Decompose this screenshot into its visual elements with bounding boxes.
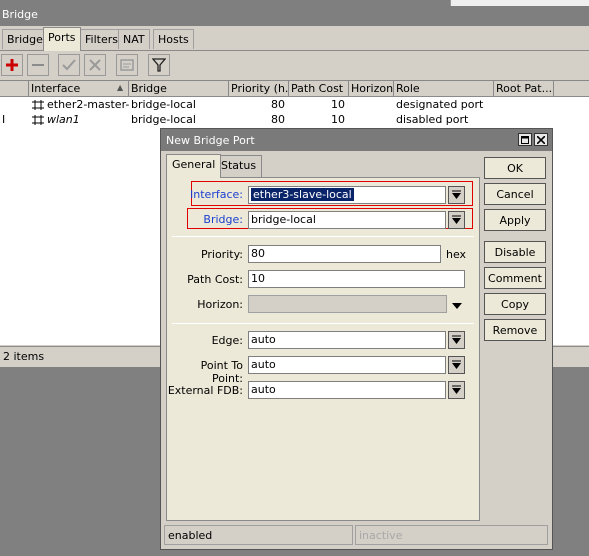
chevron-down-icon (452, 190, 461, 199)
ok-button[interactable]: OK (484, 157, 546, 179)
row-horizon (349, 97, 394, 112)
maximize-icon (521, 135, 529, 144)
background-window-edge (450, 0, 589, 6)
filter-icon (152, 58, 166, 72)
row-flag (0, 97, 29, 112)
column-header-interface[interactable]: Interface ▲ (29, 81, 129, 97)
table-row[interactable]: ether2-master-l... bridge-local 80 10 de… (0, 97, 589, 112)
chevron-down-icon (452, 385, 461, 394)
column-header-root-path[interactable]: Root Pat... (494, 81, 554, 97)
general-panel: Interface: ether3-slave-local Bridge: br… (166, 177, 480, 521)
row-interface: ether2-master-l... (47, 98, 129, 111)
check-icon (62, 59, 76, 71)
interface-icon (31, 115, 45, 128)
column-header-bridge[interactable]: Bridge (129, 81, 229, 97)
edge-select[interactable]: auto (248, 331, 446, 349)
close-icon (89, 59, 101, 71)
comment-icon (120, 59, 134, 71)
remove-button[interactable] (27, 54, 49, 76)
row-horizon (349, 112, 394, 127)
priority-unit: hex (446, 248, 467, 261)
close-button[interactable] (534, 133, 548, 146)
tab-divider (0, 50, 589, 51)
column-header-priority[interactable]: Priority (h... (229, 81, 289, 97)
bridge-label: Bridge: (203, 213, 243, 226)
edge-label: Edge: (211, 334, 243, 347)
point-to-point-label: Point To Point: (200, 359, 243, 385)
row-interface: wlan1 (47, 113, 80, 126)
horizon-expand-button[interactable] (452, 300, 462, 313)
dialog-title: New Bridge Port (161, 129, 552, 151)
row-bridge: bridge-local (131, 113, 196, 126)
table-row[interactable]: I wlan1 bridge-local 80 10 disabled port (0, 112, 589, 127)
close-icon (537, 135, 545, 144)
bridge-select[interactable]: bridge-local (248, 211, 446, 229)
interface-dropdown-button[interactable] (448, 186, 465, 204)
tab-hosts[interactable]: Hosts (153, 29, 194, 49)
interface-select[interactable]: ether3-slave-local (248, 186, 446, 204)
row-path-cost: 10 (331, 113, 345, 126)
chevron-down-icon (452, 360, 461, 369)
horizon-label: Horizon: (197, 298, 243, 311)
tab-nat[interactable]: NAT (118, 29, 150, 49)
external-fdb-label: External FDB: (167, 384, 243, 397)
triangle-down-icon (452, 303, 462, 309)
copy-button[interactable]: Copy (484, 293, 546, 315)
external-fdb-select[interactable]: auto (248, 381, 446, 399)
row-priority: 80 (271, 113, 285, 126)
inactive-status: inactive (355, 525, 548, 545)
tab-bridge[interactable]: Bridge (2, 29, 48, 49)
row-root-path (494, 112, 554, 127)
remove-button[interactable]: Remove (484, 319, 546, 341)
disable-button[interactable]: Disable (484, 241, 546, 263)
enable-button[interactable] (58, 54, 80, 76)
tab-filters[interactable]: Filters (80, 29, 123, 49)
tab-status[interactable]: Status (215, 155, 263, 177)
row-root-path (494, 97, 554, 112)
maximize-button[interactable] (518, 133, 532, 146)
row-path-cost: 10 (331, 98, 345, 111)
column-header-horizon[interactable]: Horizon (349, 81, 394, 97)
comment-button[interactable]: Comment (484, 267, 546, 289)
divider (172, 323, 474, 324)
external-fdb-dropdown-button[interactable] (448, 381, 465, 399)
column-header-flag[interactable] (0, 81, 29, 97)
path-cost-input[interactable]: 10 (248, 270, 465, 288)
chevron-down-icon (452, 335, 461, 344)
row-priority: 80 (271, 98, 285, 111)
point-to-point-dropdown-button[interactable] (448, 356, 465, 374)
tab-general[interactable]: General (166, 154, 222, 178)
tab-ports[interactable]: Ports (43, 27, 81, 51)
priority-label: Priority: (200, 248, 243, 261)
row-role: designated port (396, 98, 484, 111)
enabled-status: enabled (164, 525, 353, 545)
apply-button[interactable]: Apply (484, 209, 546, 231)
row-bridge: bridge-local (131, 98, 196, 111)
chevron-down-icon (452, 215, 461, 224)
column-header-filler (554, 81, 589, 97)
new-bridge-port-dialog: New Bridge Port General Status Interface… (160, 128, 553, 550)
path-cost-label: Path Cost: (187, 273, 243, 286)
bridge-dropdown-button[interactable] (448, 211, 465, 229)
sort-up-icon: ▲ (117, 83, 124, 92)
column-header-role[interactable]: Role (394, 81, 494, 97)
horizon-input[interactable] (248, 295, 447, 313)
row-role: disabled port (396, 113, 469, 126)
edge-dropdown-button[interactable] (448, 331, 465, 349)
filter-button[interactable] (148, 54, 170, 76)
point-to-point-select[interactable]: auto (248, 356, 446, 374)
interface-value: ether3-slave-local (251, 188, 354, 201)
column-header-interface-label: Interface (31, 82, 81, 95)
divider (172, 236, 474, 237)
priority-input[interactable]: 80 (248, 245, 441, 263)
add-button[interactable] (1, 54, 23, 76)
disable-button[interactable] (84, 54, 106, 76)
row-flag: I (2, 113, 6, 126)
add-icon (6, 59, 18, 71)
interface-label: Interface: (190, 188, 243, 201)
column-header-path-cost[interactable]: Path Cost (289, 81, 349, 97)
comment-button[interactable] (116, 54, 138, 76)
cancel-button[interactable]: Cancel (484, 183, 546, 205)
remove-icon (32, 64, 44, 66)
